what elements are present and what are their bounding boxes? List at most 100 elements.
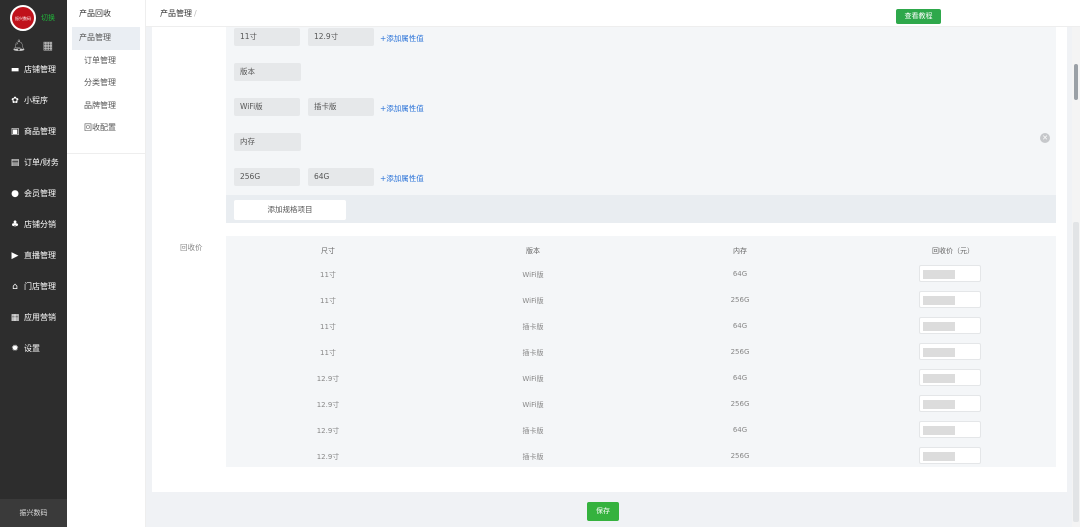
brand-logo[interactable]: 振兴数码 [10,5,36,31]
close-icon[interactable]: ✕ [1040,133,1050,143]
spec-group-name[interactable]: 内存 [234,133,301,151]
price-input[interactable] [919,447,981,464]
sidebar-item[interactable]: ● 会员管理 [0,178,67,209]
table-cell: 11寸 [320,271,336,279]
store-icon: ▬ [10,64,20,75]
redacted-value [923,400,955,409]
redacted-value [923,374,955,383]
sidebar-item[interactable]: ⌂ 门店管理 [0,271,67,302]
sidebar-item[interactable]: ♣ 店铺分销 [0,209,67,240]
sub-sidebar-item[interactable]: 品牌管理 [72,95,140,118]
sidebar-item-label: 应用营销 [24,313,56,322]
price-input[interactable] [919,265,981,282]
sub-sidebar-item[interactable]: 产品管理 [72,27,140,50]
price-input[interactable] [919,369,981,386]
table-header-cell: 尺寸 [321,247,335,255]
table-cell: 256G [730,400,750,408]
sub-sidebar-item[interactable]: 回收配置 [72,117,140,140]
table-header-cell: 版本 [526,247,540,255]
table-cell: 64G [732,374,748,382]
table-cell: 插卡版 [522,323,544,331]
table-cell: 插卡版 [522,427,544,435]
sidebar-item[interactable]: ▬ 店铺管理 [0,54,67,85]
redacted-value [923,270,955,279]
price-input[interactable] [919,291,981,308]
sidebar-item[interactable]: ▦ 应用营销 [0,302,67,333]
table-cell: 256G [730,296,750,304]
sidebar-item[interactable]: ✿ 小程序 [0,85,67,116]
table-header-cell: 回收价（元） [932,247,974,255]
table-cell: 12.9寸 [316,453,340,461]
main-sidebar: 振兴数码 切换 🔔︎ ▦ ▬ 店铺管理 ✿ 小程序 ▣ 商品管理 ▤ 订单/财务 ● 会员管理 ♣ 店… [0,0,67,527]
redacted-value [923,426,955,435]
switch-link[interactable]: 切换 [41,13,55,23]
sidebar-nav: ▬ 店铺管理 ✿ 小程序 ▣ 商品管理 ▤ 订单/财务 ● 会员管理 ♣ 店铺分销 ▶ 直播管理 ⌂ 门店管理… [0,54,67,364]
table-cell: 插卡版 [522,349,544,357]
table-cell: 12.9寸 [316,401,340,409]
qrcode-icon[interactable]: ▦ [43,39,53,52]
divider [67,153,146,154]
add-attribute-value-link[interactable]: +添加属性值 [380,103,424,114]
table-cell: WiFi版 [522,297,544,305]
table-cell: 256G [730,452,750,460]
price-input[interactable] [919,343,981,360]
recycle-price-label: 回收价 [180,243,203,252]
spec-value-chip[interactable]: 12.9寸 [308,28,374,46]
table-cell: 11寸 [320,323,336,331]
table-cell: WiFi版 [522,401,544,409]
goods-icon: ▣ [10,126,20,137]
sidebar-item[interactable]: ✹ 设置 [0,333,67,364]
save-button[interactable]: 保存 [587,502,619,521]
table-cell: 64G [732,322,748,330]
sidebar-item-label: 会员管理 [24,189,56,198]
breadcrumb-separator: / [194,9,197,18]
table-cell: 11寸 [320,297,336,305]
spec-value-chip[interactable]: 插卡版 [308,98,374,116]
spec-value-chip[interactable]: 11寸 [234,28,300,46]
price-input[interactable] [919,395,981,412]
add-spec-item-button[interactable]: 添加规格项目 [234,200,346,220]
live-icon: ▶ [11,250,19,261]
redacted-value [923,452,955,461]
table-cell: 256G [730,348,750,356]
view-tutorial-button[interactable]: 查看教程 [896,9,941,24]
table-cell: 64G [732,426,748,434]
sidebar-item[interactable]: ▣ 商品管理 [0,116,67,147]
spec-group-name[interactable]: 版本 [234,63,301,81]
table-cell: 11寸 [320,349,336,357]
breadcrumb-item[interactable]: 产品管理 [160,9,192,18]
miniprogram-icon: ✿ [11,95,19,106]
scrollbar-rail[interactable] [1073,222,1079,522]
sub-sidebar-item[interactable]: 分类管理 [72,72,140,95]
spec-value-chip[interactable]: 64G [308,168,374,186]
bell-icon[interactable]: 🔔︎ [12,39,26,52]
sidebar-item-label: 门店管理 [24,282,56,291]
add-attribute-value-link[interactable]: +添加属性值 [380,33,424,44]
redacted-value [923,348,955,357]
spec-value-chip[interactable]: WiFi版 [234,98,300,116]
sub-sidebar-item[interactable]: 订单管理 [72,50,140,73]
sidebar-item[interactable]: ▶ 直播管理 [0,240,67,271]
price-input[interactable] [919,421,981,438]
sub-sidebar-list: 产品管理 订单管理 分类管理 品牌管理 回收配置 [67,27,145,140]
utility-row: 🔔︎ ▦ [0,36,67,54]
table-cell: 12.9寸 [316,427,340,435]
sidebar-item[interactable]: ▤ 订单/财务 [0,147,67,178]
table-header-cell: 内存 [733,247,747,255]
order-icon: ▤ [10,157,20,168]
member-icon: ● [11,188,19,199]
scrollbar-thumb[interactable] [1074,64,1078,100]
add-attribute-value-link[interactable]: +添加属性值 [380,173,424,184]
redacted-value [923,322,955,331]
spec-panel [226,27,1056,223]
table-cell: WiFi版 [522,375,544,383]
sidebar-item-label: 店铺分销 [24,220,56,229]
spec-value-chip[interactable]: 256G [234,168,300,186]
sidebar-footer: 振兴数码 [0,499,67,527]
sub-sidebar-title: 产品回收 [79,9,111,18]
sub-sidebar: 产品回收 产品管理 订单管理 分类管理 品牌管理 回收配置 [67,0,146,527]
sidebar-item-label: 商品管理 [24,127,56,136]
sidebar-item-label: 设置 [24,344,40,353]
price-input[interactable] [919,317,981,334]
distribution-icon: ♣ [10,219,20,230]
